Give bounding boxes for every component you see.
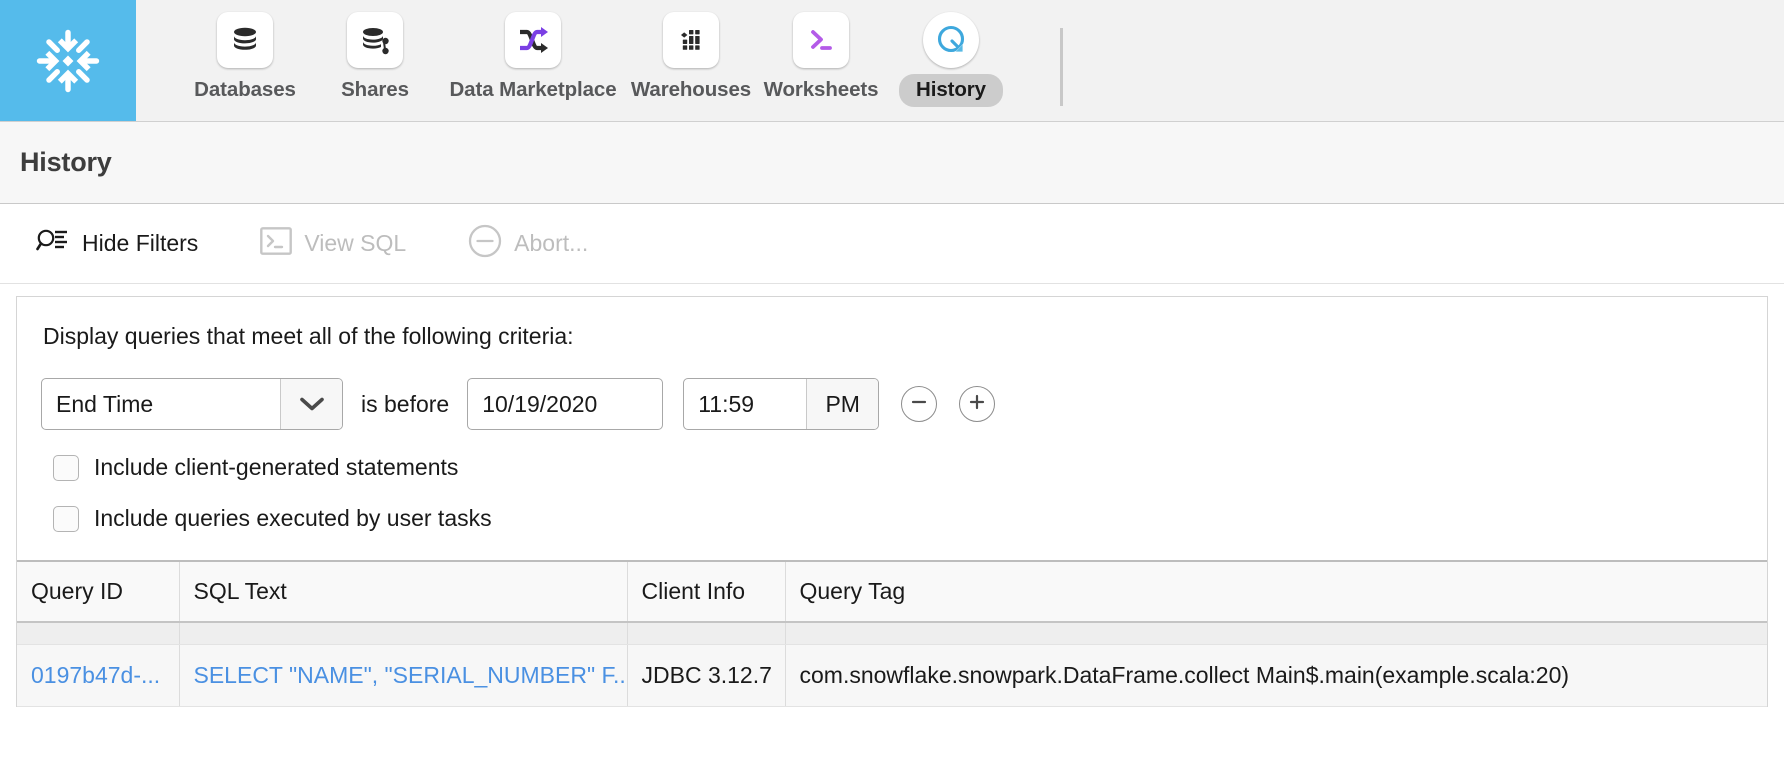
warehouse-grid-icon — [663, 12, 719, 68]
include-client-generated-label: Include client-generated statements — [94, 454, 459, 480]
query-history-table: Query ID SQL Text Client Info Query Tag … — [17, 560, 1767, 707]
snowflake-logo-icon — [29, 22, 107, 100]
nav-item-data-marketplace[interactable]: Data Marketplace — [440, 12, 626, 102]
include-user-tasks-checkbox[interactable] — [53, 505, 79, 532]
view-sql-button[interactable]: View SQL — [260, 227, 406, 260]
filter-ampm-toggle[interactable]: PM — [806, 379, 879, 429]
nav-item-worksheets[interactable]: Worksheets — [756, 12, 886, 102]
column-header-sql-text[interactable]: SQL Text — [179, 560, 628, 623]
filter-time-group: 11:59 PM — [683, 378, 880, 430]
nav-item-warehouses[interactable]: Warehouses — [626, 12, 756, 102]
nav-item-label: Shares — [341, 78, 409, 101]
filter-field-select[interactable]: End Time — [41, 378, 343, 430]
filter-operator-label: is before — [361, 390, 450, 417]
cell-query-id — [17, 621, 180, 645]
cell-query-id[interactable]: 0197b47d-... — [17, 644, 180, 707]
database-share-icon — [347, 12, 403, 68]
nav-divider — [1060, 28, 1063, 106]
database-icon — [217, 12, 273, 68]
plus-circle-icon — [968, 393, 986, 416]
cell-query-tag: com.snowflake.snowpark.DataFrame.collect… — [785, 644, 1767, 707]
column-header-query-tag[interactable]: Query Tag — [785, 560, 1767, 623]
minus-circle-icon — [468, 224, 502, 263]
nav-item-history[interactable]: History — [886, 12, 1016, 107]
table-header-row: Query ID SQL Text Client Info Query Tag — [17, 560, 1767, 623]
abort-label: Abort... — [514, 230, 589, 256]
nav-item-shares[interactable]: Shares — [310, 12, 440, 102]
abort-button[interactable]: Abort... — [468, 224, 588, 263]
include-user-tasks-row: Include queries executed by user tasks — [17, 505, 1767, 532]
add-criterion-button[interactable] — [959, 386, 996, 422]
nav-item-label: Worksheets — [763, 78, 879, 101]
nav-item-label: History — [899, 74, 1003, 107]
filter-search-icon — [36, 226, 70, 261]
include-user-tasks-label: Include queries executed by user tasks — [94, 505, 492, 531]
include-client-generated-row: Include client-generated statements — [17, 454, 1767, 481]
filter-field-value: End Time — [56, 390, 154, 417]
cell-client-info: JDBC 3.12.7 — [627, 644, 786, 707]
nav-item-databases[interactable]: Databases — [180, 12, 310, 102]
nav-item-list: Databases Shares Data Marketplace Wareho… — [136, 0, 1063, 121]
hide-filters-button[interactable]: Hide Filters — [36, 226, 198, 261]
terminal-prompt-icon — [793, 12, 849, 68]
table-row[interactable]: 0197b47d-... SELECT "NAME", "SERIAL_NUMB… — [17, 644, 1767, 707]
cell-sql-text[interactable]: SELECT "NAME", "SERIAL_NUMBER" F... — [179, 644, 628, 707]
hide-filters-label: Hide Filters — [82, 230, 199, 256]
page-title: History — [20, 147, 112, 177]
cell-client-info — [627, 621, 786, 645]
nav-item-label: Databases — [194, 78, 296, 101]
column-header-query-id[interactable]: Query ID — [17, 560, 180, 623]
filter-time-input[interactable]: 11:59 — [684, 379, 806, 429]
action-toolbar: Hide Filters View SQL Abort... — [0, 204, 1784, 284]
cell-sql-text — [179, 621, 628, 645]
table-row[interactable] — [17, 621, 1767, 645]
filter-date-input[interactable]: 10/19/2020 — [467, 378, 664, 430]
include-client-generated-checkbox[interactable] — [53, 454, 79, 481]
nav-item-label: Data Marketplace — [449, 78, 617, 101]
history-refresh-icon — [923, 12, 979, 68]
shuffle-arrows-icon — [505, 12, 561, 68]
filter-criterion-row: End Time is before 10/19/2020 11:59 PM — [17, 378, 1767, 430]
page-title-bar: History — [0, 122, 1784, 204]
minus-circle-icon — [910, 393, 928, 416]
cell-query-tag — [785, 621, 1767, 645]
filter-panel: Display queries that meet all of the fol… — [16, 296, 1768, 560]
chevron-down-icon[interactable] — [280, 379, 342, 429]
remove-criterion-button[interactable] — [901, 386, 938, 422]
column-header-client-info[interactable]: Client Info — [627, 560, 786, 623]
top-navigation-bar: Databases Shares Data Marketplace Wareho… — [0, 0, 1784, 122]
terminal-prompt-icon — [260, 227, 293, 260]
query-history-table-wrap: Query ID SQL Text Client Info Query Tag … — [16, 560, 1768, 707]
filter-heading: Display queries that meet all of the fol… — [43, 323, 574, 349]
nav-item-label: Warehouses — [630, 78, 752, 101]
view-sql-label: View SQL — [304, 230, 407, 256]
snowflake-logo-tile[interactable] — [0, 0, 136, 121]
